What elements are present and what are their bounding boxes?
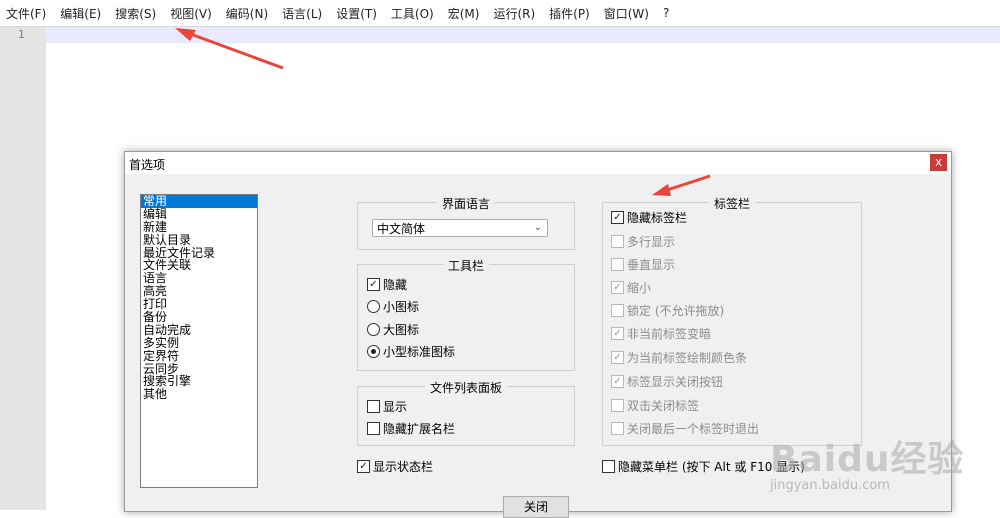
category-item-backup[interactable]: 备份 [141,311,257,324]
close-button[interactable]: 关闭 [503,496,569,518]
menu-help[interactable]: ? [656,6,676,20]
line-number: 1 [18,28,25,41]
checkbox-icon [611,258,624,271]
toolbar-small-icons-label: 小图标 [383,300,420,314]
checkbox-icon [611,304,624,317]
watermark-logo: Baidu经验 [770,439,965,480]
show-statusbar-checkbox[interactable]: ✓ 显示状态栏 [357,458,433,475]
tabbar-dim-inactive-label: 非当前标签变暗 [627,327,712,341]
ui-language-group: 界面语言 中文简体 ⌄ [357,197,575,250]
toolbar-hide-label: 隐藏 [383,278,408,292]
menu-bar: 文件(F) 编辑(E) 搜索(S) 视图(V) 编码(N) 语言(L) 设置(T… [0,0,1000,27]
menu-encoding[interactable]: 编码(N) [219,5,275,22]
checkbox-checked-icon: ✓ [611,211,624,224]
tabbar-multiline-checkbox[interactable]: 多行显示 [611,233,675,250]
checkbox-icon [611,422,624,435]
toolbar-large-icons-label: 大图标 [383,323,420,337]
doclist-show-checkbox[interactable]: 显示 [367,398,407,415]
toolbar-group-label: 工具栏 [442,259,489,273]
tabbar-dim-inactive-checkbox[interactable]: ✓ 非当前标签变暗 [611,325,711,342]
checkbox-icon [602,460,615,473]
menu-plugins[interactable]: 插件(P) [542,5,597,22]
tabbar-close-button-checkbox[interactable]: ✓ 标签显示关闭按钮 [611,373,723,390]
tabbar-lock-label: 锁定 (不允许拖放) [627,304,725,318]
category-item-editing[interactable]: 编辑 [141,207,257,221]
toolbar-hide-checkbox[interactable]: ✓ 隐藏 [367,276,407,293]
doclist-hide-ext-label: 隐藏扩展名栏 [383,422,456,436]
tabbar-hide-checkbox[interactable]: ✓ 隐藏标签栏 [611,209,687,226]
doclist-hide-ext-checkbox[interactable]: 隐藏扩展名栏 [367,420,455,437]
chevron-down-icon: ⌄ [533,222,542,233]
category-item-misc[interactable]: 其他 [141,388,257,401]
watermark-url: jingyan.baidu.com [770,478,890,493]
category-item-default-directory[interactable]: 默认目录 [141,233,257,247]
menu-macro[interactable]: 宏(M) [441,5,487,22]
tabbar-exit-on-last-checkbox[interactable]: 关闭最后一个标签时退出 [611,420,759,437]
tabbar-dblclick-close-checkbox[interactable]: 双击关闭标签 [611,397,699,414]
checkbox-checked-icon: ✓ [611,375,624,388]
radio-selected-icon [367,345,380,358]
tabbar-hide-label: 隐藏标签栏 [627,211,688,225]
menu-window[interactable]: 窗口(W) [597,5,656,22]
checkbox-checked-icon: ✓ [357,460,370,473]
tabbar-reduce-checkbox[interactable]: ✓ 缩小 [611,279,651,296]
dialog-title: 首选项 [129,158,166,172]
tabbar-color-bar-label: 为当前标签绘制颜色条 [627,351,748,365]
editor-current-line[interactable] [46,27,1000,43]
checkbox-icon [611,399,624,412]
tabbar-vertical-checkbox[interactable]: 垂直显示 [611,256,675,273]
baidu-watermark: Baidu经验 jingyan.baidu.com [770,430,995,505]
radio-icon [367,323,380,336]
menu-run[interactable]: 运行(R) [486,5,542,22]
tabbar-close-button-label: 标签显示关闭按钮 [627,375,724,389]
doclist-group: 文件列表面板 显示 隐藏扩展名栏 [357,381,575,446]
category-item-multi-instance[interactable]: 多实例 [141,336,257,350]
ui-language-select[interactable]: 中文简体 ⌄ [372,219,548,237]
toolbar-small-icons-radio[interactable]: 小图标 [367,298,419,315]
tabbar-group-label: 标签栏 [708,197,755,211]
tabbar-multiline-label: 多行显示 [627,235,676,249]
toolbar-standard-small-icons-radio[interactable]: 小型标准图标 [367,343,455,360]
menu-tools[interactable]: 工具(O) [384,5,441,22]
checkbox-icon [367,422,380,435]
toolbar-large-icons-radio[interactable]: 大图标 [367,321,419,338]
radio-icon [367,300,380,313]
tabbar-vertical-label: 垂直显示 [627,258,676,272]
checkbox-icon [367,400,380,413]
menu-file[interactable]: 文件(F) [0,5,53,22]
category-item-autocompletion[interactable]: 自动完成 [141,323,257,337]
dialog-titlebar[interactable]: 首选项 x [125,152,951,174]
category-item-general[interactable]: 常用 [141,195,257,208]
menu-settings[interactable]: 设置(T) [329,5,384,22]
show-statusbar-label: 显示状态栏 [373,460,434,474]
tabbar-lock-checkbox[interactable]: 锁定 (不允许拖放) [611,302,724,319]
doclist-group-label: 文件列表面板 [424,381,507,395]
checkbox-checked-icon: ✓ [611,281,624,294]
category-item-new-document[interactable]: 新建 [141,220,257,234]
ui-language-value: 中文简体 [377,222,426,236]
menu-search[interactable]: 搜索(S) [108,5,163,22]
checkbox-checked-icon: ✓ [611,327,624,340]
tabbar-color-bar-checkbox[interactable]: ✓ 为当前标签绘制颜色条 [611,349,747,366]
tabbar-group: 标签栏 ✓ 隐藏标签栏 多行显示 垂直显示 ✓ 缩小 锁定 (不允许拖放) ✓ … [602,197,862,446]
tabbar-exit-on-last-label: 关闭最后一个标签时退出 [627,422,760,436]
tabbar-reduce-label: 缩小 [627,281,652,295]
menu-language[interactable]: 语言(L) [275,5,329,22]
dialog-close-icon[interactable]: x [930,154,947,171]
menu-edit[interactable]: 编辑(E) [53,5,108,22]
category-item-delimiter[interactable]: 定界符 [141,349,257,363]
checkbox-checked-icon: ✓ [611,351,624,364]
checkbox-icon [611,235,624,248]
ui-language-label: 界面语言 [436,197,495,211]
doclist-show-label: 显示 [383,400,408,414]
toolbar-group: 工具栏 ✓ 隐藏 小图标 大图标 小型标准图标 [357,259,575,371]
menu-view[interactable]: 视图(V) [163,5,219,22]
toolbar-standard-small-icons-label: 小型标准图标 [383,345,456,359]
checkbox-checked-icon: ✓ [367,278,380,291]
line-number-gutter [0,27,46,510]
category-list[interactable]: 常用 编辑 新建 默认目录 最近文件记录 文件关联 语言 高亮 打印 备份 自动… [140,194,258,488]
tabbar-dblclick-close-label: 双击关闭标签 [627,399,700,413]
